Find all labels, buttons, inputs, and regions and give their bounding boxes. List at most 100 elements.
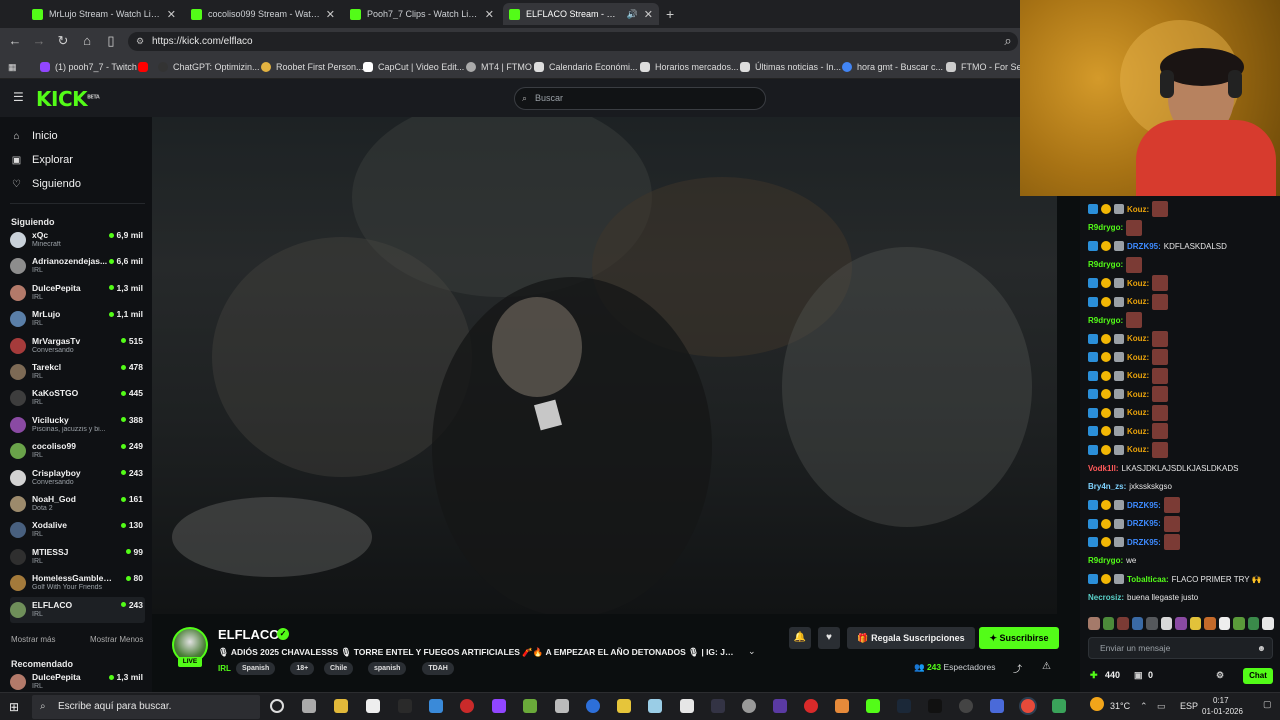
stream-tag[interactable]: Chile (324, 662, 354, 675)
emote-icon[interactable] (1131, 617, 1144, 630)
close-icon[interactable]: ✕ (644, 8, 653, 21)
discord-icon[interactable] (990, 699, 1004, 713)
close-icon[interactable]: ✕ (326, 8, 335, 21)
site-info-icon[interactable]: ⚙ (136, 32, 144, 51)
gear-icon[interactable]: ⚙ (1216, 670, 1224, 681)
chat-username[interactable]: Kouz: (1127, 297, 1149, 306)
sidebar-channel-1[interactable]: Adrianozendejas... IRL 6,6 mil (10, 253, 145, 279)
reload-icon[interactable]: ↻ (55, 33, 71, 49)
bookmark-item[interactable]: MT4 | FTMO (466, 59, 532, 75)
app-icon[interactable] (711, 699, 725, 713)
sidebar-channel-2[interactable]: DulcePepita IRL 1,3 mil (10, 280, 145, 306)
browser-tab[interactable]: Pooh7_7 Clips - Watch Live on Kick ✕ (344, 3, 500, 25)
bookmark-item[interactable]: hora gmt - Buscar c... (842, 59, 943, 75)
sidebar-channel-6[interactable]: KaKoSTGO IRL 445 (10, 385, 145, 411)
steam-icon[interactable] (897, 699, 911, 713)
share-icon[interactable]: ⤴ (1013, 662, 1022, 675)
language-indicator[interactable]: ESP (1180, 701, 1198, 711)
emote-icon[interactable] (1088, 617, 1100, 630)
subscribe-button[interactable]: ✦ Suscribirse (979, 627, 1059, 649)
capcut-icon[interactable] (680, 699, 694, 713)
browser-tab-active[interactable]: ELFLACO Stream - Watch Live on Kick 🔊 ✕ (503, 3, 659, 25)
chat-send-button[interactable]: Chat (1243, 668, 1273, 684)
search-input[interactable]: ⌕ Buscar (514, 87, 766, 110)
home-icon[interactable]: ⌂ (79, 33, 95, 49)
sidebar-channel-0[interactable]: xQc Minecraft 6,9 mil (10, 227, 145, 253)
sidebar-channel-14[interactable]: ELFLACO IRL 243 (10, 596, 145, 623)
sidebar-channel-13[interactable]: HomelessGambler69 Golf With Your Friends 8… (10, 570, 145, 596)
stream-tag[interactable]: Spanish (236, 662, 276, 675)
chevron-down-icon[interactable]: ⌄ (748, 646, 756, 657)
gear-icon[interactable] (742, 699, 756, 713)
opera-icon[interactable] (804, 699, 818, 713)
emote-icon[interactable] (1233, 617, 1245, 630)
video-player[interactable] (152, 117, 1057, 614)
task-view-icon[interactable] (302, 699, 316, 713)
app-icon[interactable] (429, 699, 443, 713)
emote-icon[interactable] (1218, 617, 1231, 630)
show-more-link[interactable]: Mostrar más (11, 635, 55, 644)
search-icon[interactable]: ⌕ (1000, 33, 1016, 49)
chat-username[interactable]: DRZK95: (1127, 242, 1161, 251)
chat-username[interactable]: Kouz: (1127, 353, 1149, 362)
kick-icon[interactable] (866, 699, 880, 713)
sidebar-channel-11[interactable]: Xodalive IRL 130 (10, 517, 145, 543)
chat-username[interactable]: Vodk1ll: (1088, 464, 1119, 473)
app-icon[interactable] (835, 699, 849, 713)
app-icon[interactable] (398, 699, 412, 713)
stream-tag[interactable]: spanish (368, 662, 407, 675)
notification-icon[interactable]: ▢ (1263, 699, 1272, 710)
bookmark-item[interactable]: ChatGPT: Optimizin... (158, 59, 260, 75)
chat-username[interactable]: Kouz: (1127, 408, 1149, 417)
emote-icon[interactable] (1102, 617, 1115, 630)
sidebar-channel-3[interactable]: MrLujo IRL 1,1 mil (10, 306, 145, 332)
emoji-icon[interactable]: ☻ (1257, 638, 1266, 658)
chat-username[interactable]: Kouz: (1127, 445, 1149, 454)
chat-username[interactable]: DRZK95: (1127, 519, 1161, 528)
close-icon[interactable]: ✕ (167, 8, 176, 21)
bookmark-item[interactable]: CapCut | Video Edit... (363, 59, 464, 75)
tray-arrow-icon[interactable]: ⌃ (1140, 701, 1148, 712)
temperature[interactable]: 31°C (1110, 701, 1130, 711)
category-link[interactable]: IRL (218, 664, 231, 673)
youtube-icon[interactable] (138, 59, 148, 75)
bookmark-item[interactable]: (1) pooh7_7 - Twitch (40, 59, 137, 75)
emote-icon[interactable] (1262, 617, 1274, 630)
browser-tab[interactable]: MrLujo Stream - Watch Live on Kick ✕ (26, 3, 182, 25)
nav-siguiendo[interactable]: ♡ Siguiendo (11, 178, 81, 190)
chat-username[interactable]: Kouz: (1127, 279, 1149, 288)
chat-username[interactable]: Kouz: (1127, 334, 1149, 343)
menu-icon[interactable]: ☰ (13, 91, 24, 103)
app-icon[interactable] (555, 699, 569, 713)
gift-subscriptions-button[interactable]: 🎁 Regala Suscripciones (847, 627, 975, 649)
points-count[interactable]: 440 (1105, 670, 1120, 680)
emote-icon[interactable] (1117, 617, 1129, 630)
stream-tag[interactable]: TDAH (422, 662, 454, 675)
chat-username[interactable]: Necrosiz: (1088, 593, 1124, 602)
new-tab-icon[interactable]: + (666, 6, 674, 22)
nav-inicio[interactable]: ⌂ Inicio (11, 130, 57, 142)
tiktok-icon[interactable] (928, 699, 942, 713)
chat-username[interactable]: Bry4n_zs: (1088, 482, 1126, 491)
clock-time[interactable]: 0:17 (1213, 696, 1229, 705)
bookmark-item[interactable]: Roobet First Person... (261, 59, 364, 75)
app-icon[interactable] (1052, 699, 1066, 713)
notepad-icon[interactable] (366, 699, 380, 713)
sidebar-channel-4[interactable]: MrVargasTv Conversando 515 (10, 333, 145, 359)
show-less-link[interactable]: Mostrar Menos (90, 635, 143, 644)
chest-count[interactable]: 0 (1148, 670, 1153, 680)
bell-icon[interactable]: 🔔 (789, 627, 811, 649)
apps-grid-icon[interactable]: ▦ (8, 59, 17, 75)
back-arrow-icon[interactable]: ← (7, 33, 23, 49)
stream-tag[interactable]: 18+ (290, 662, 315, 675)
browser-tab[interactable]: cocoliso099 Stream - Watch Live on Kick ✕ (185, 3, 341, 25)
close-icon[interactable]: ✕ (485, 8, 494, 21)
chat-username[interactable]: Kouz: (1127, 390, 1149, 399)
sidebar-channel-5[interactable]: Tarekcl IRL 478 (10, 359, 145, 385)
channel-name[interactable]: ELFLACO (218, 627, 279, 642)
chat-username[interactable]: R9drygo: (1088, 556, 1123, 565)
sidebar-channel-8[interactable]: cocoliso99 IRL 249 (10, 438, 145, 464)
chat-input[interactable]: Enviar un mensaje ☻ (1088, 637, 1273, 659)
sidebar-toggle-icon[interactable]: ▯ (103, 33, 119, 49)
zoom-icon[interactable] (586, 699, 600, 713)
